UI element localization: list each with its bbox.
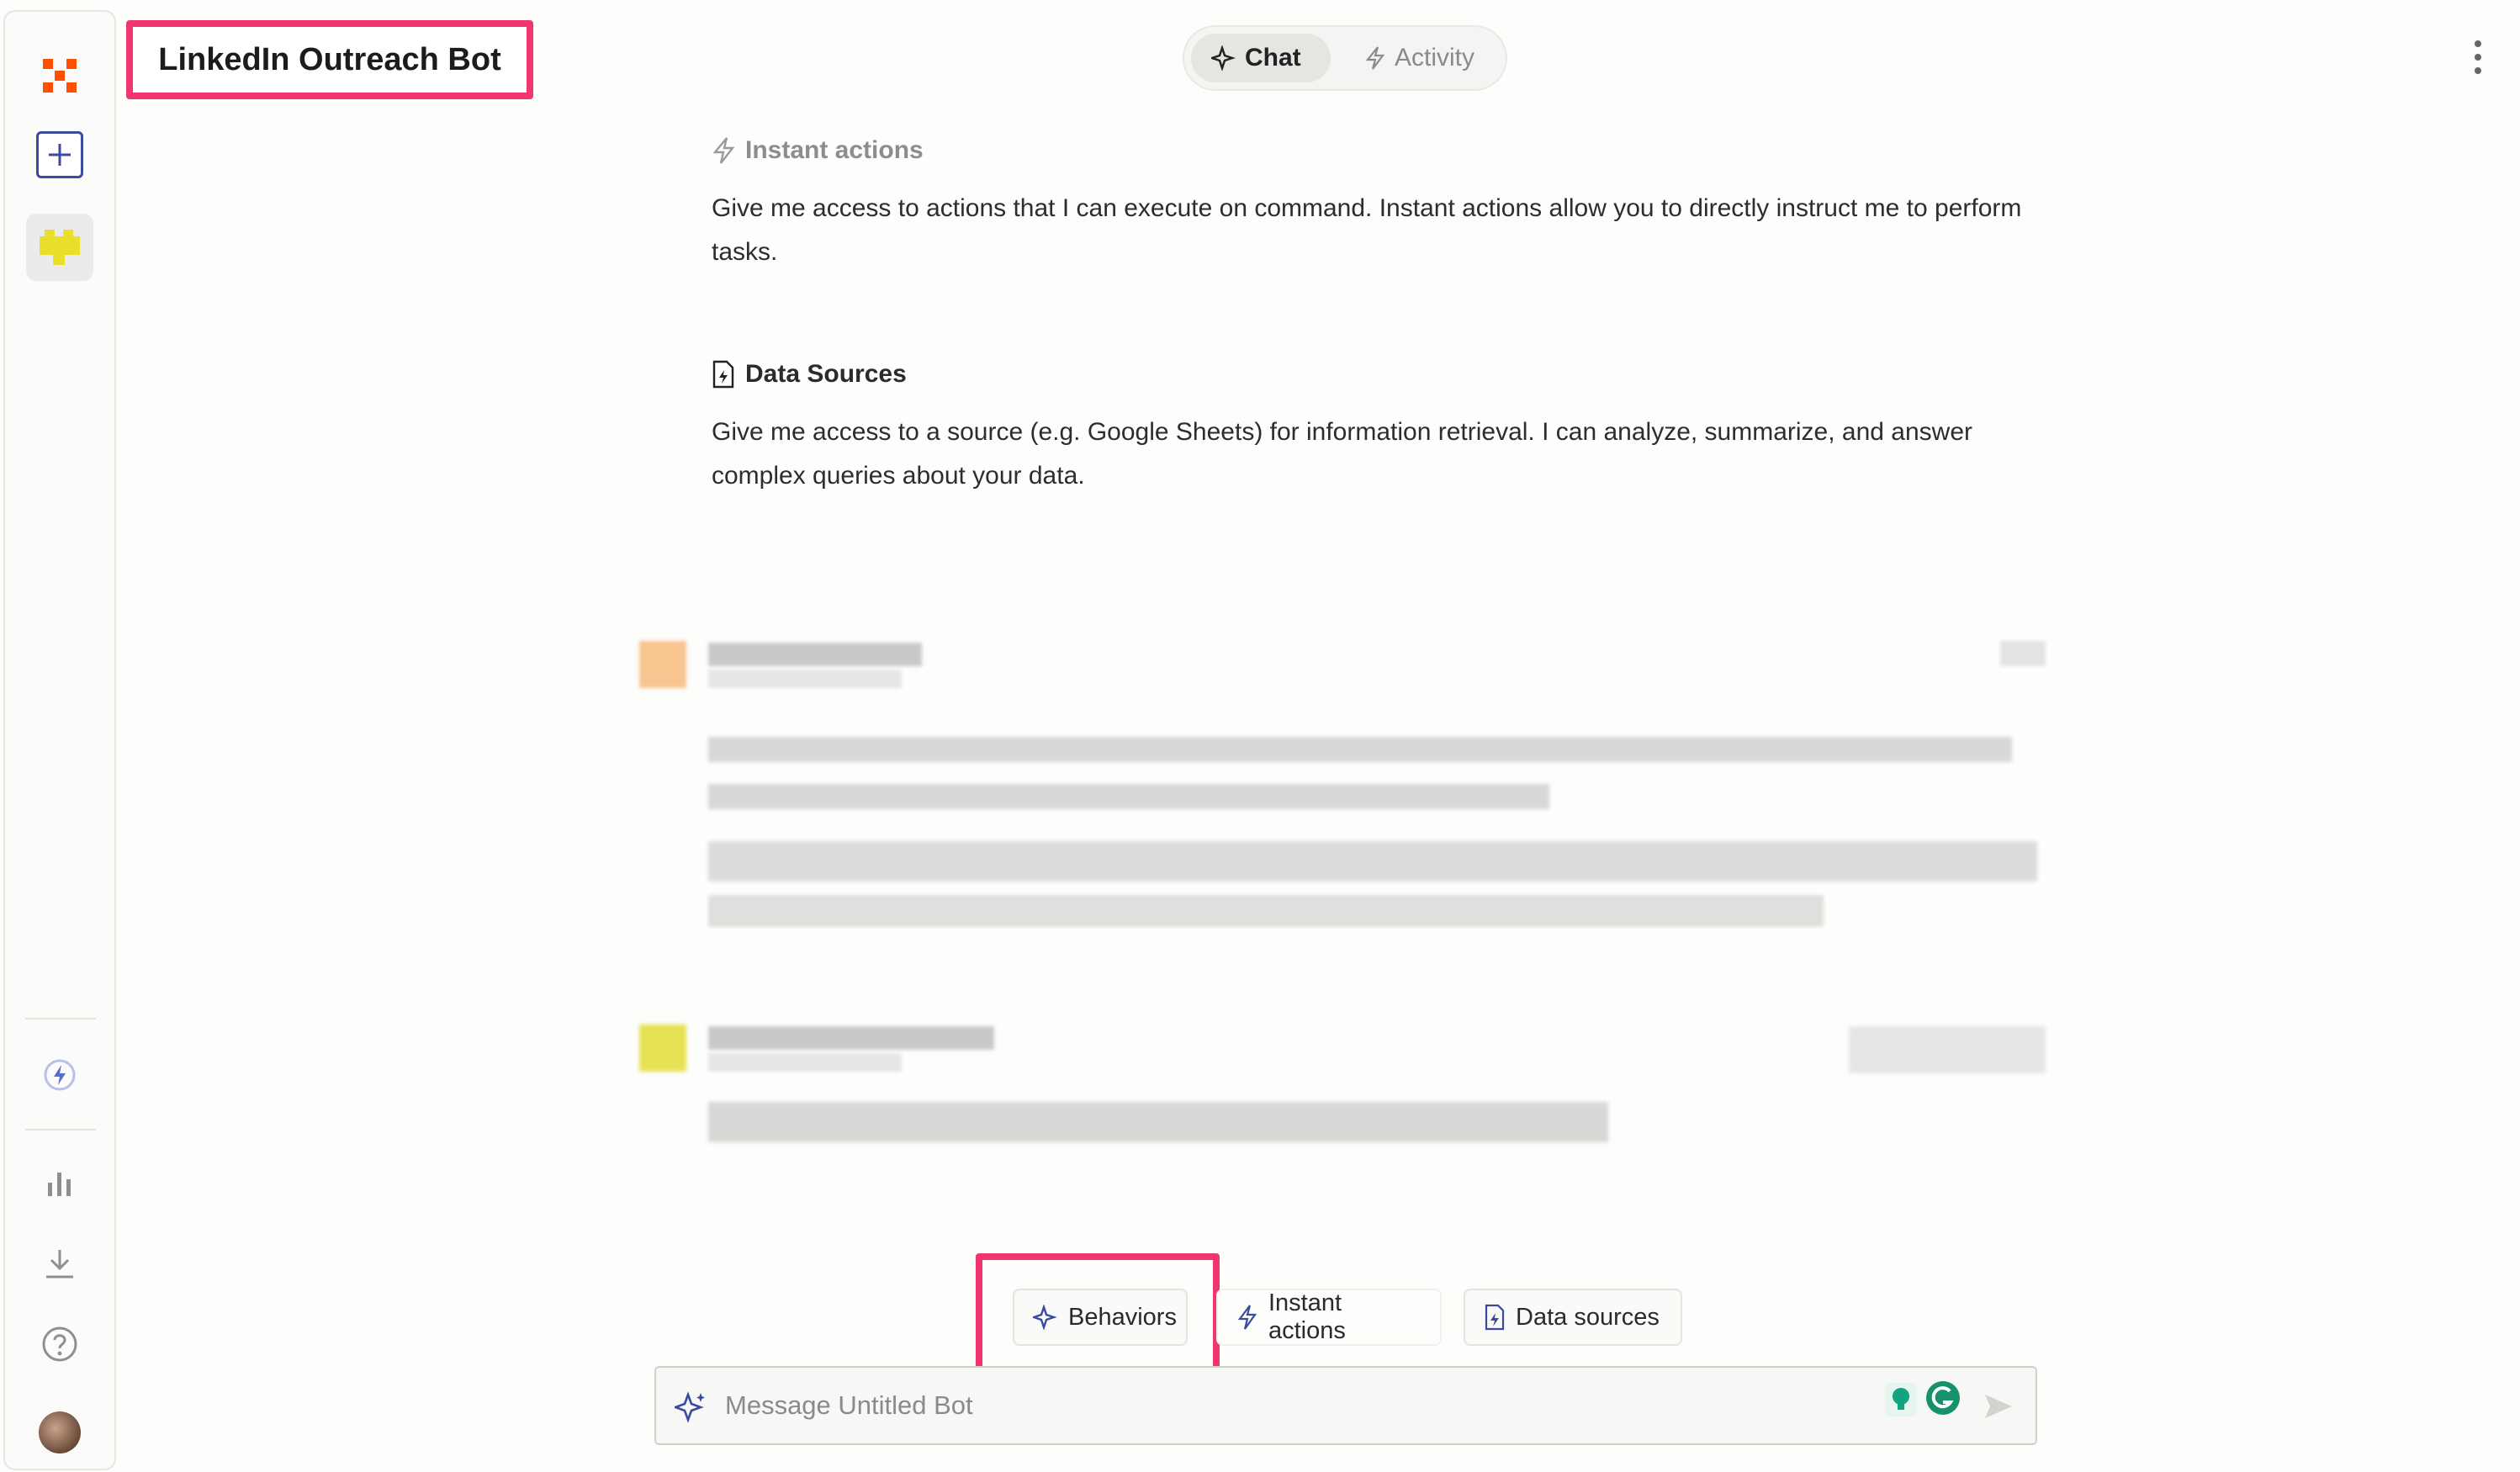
- message-input[interactable]: [723, 1390, 1820, 1422]
- redacted-line: [708, 1102, 1608, 1142]
- download-icon[interactable]: [40, 1243, 80, 1284]
- grammarly-icon[interactable]: [1924, 1379, 1961, 1416]
- sparkle-icon: [1211, 45, 1236, 71]
- tab-label: Activity: [1395, 44, 1475, 71]
- redacted-line: [708, 841, 2037, 882]
- user-avatar[interactable]: [39, 1411, 81, 1453]
- zap-activity-icon[interactable]: [40, 1055, 80, 1095]
- redacted-line: [708, 1026, 994, 1050]
- instant-actions-chip[interactable]: Instant actions: [1216, 1289, 1442, 1346]
- redacted-line: [708, 737, 2012, 762]
- redacted-line: [708, 1053, 902, 1072]
- redacted-line: [708, 895, 1824, 927]
- zapier-logo-icon[interactable]: [36, 52, 83, 99]
- section-heading: Instant actions: [712, 136, 2024, 165]
- sparkle-icon: [675, 1391, 705, 1423]
- section-heading-text: Data Sources: [745, 360, 907, 388]
- section-description: Give me access to actions that I can exe…: [712, 194, 2022, 266]
- sidebar: [3, 10, 116, 1470]
- tab-label: Chat: [1245, 44, 1301, 71]
- more-options-icon[interactable]: [2470, 39, 2486, 76]
- data-sources-chip[interactable]: Data sources: [1464, 1289, 1682, 1346]
- new-bot-button[interactable]: [36, 131, 83, 178]
- file-bolt-icon: [1485, 1304, 1505, 1331]
- chip-label: Instant actions: [1268, 1289, 1346, 1344]
- bot-title-container: LinkedIn Outreach Bot: [126, 20, 533, 99]
- redacted-line: [708, 784, 1549, 809]
- chip-label: Data sources: [1516, 1303, 1660, 1331]
- file-bolt-icon: [712, 360, 734, 389]
- bot-title[interactable]: LinkedIn Outreach Bot: [158, 42, 500, 78]
- sidebar-divider: [25, 1018, 96, 1019]
- tab-activity[interactable]: Activity: [1344, 34, 1501, 82]
- redacted-line: [708, 670, 902, 688]
- bolt-icon: [712, 137, 735, 164]
- redacted-line: [1849, 1026, 2046, 1073]
- section-description: Give me access to a source (e.g. Google …: [712, 418, 1973, 490]
- section-heading-text: Instant actions: [745, 136, 924, 164]
- redacted-avatar: [639, 641, 686, 688]
- analytics-icon[interactable]: [40, 1162, 80, 1203]
- sidebar-divider: [25, 1129, 96, 1130]
- help-icon[interactable]: [40, 1324, 80, 1364]
- view-toggle: Chat Activity: [1183, 25, 1507, 91]
- tab-chat[interactable]: Chat: [1191, 34, 1331, 82]
- instant-actions-section: Instant actions Give me access to action…: [712, 136, 2024, 274]
- bolt-icon: [1237, 1305, 1257, 1330]
- bolt-icon: [1365, 46, 1385, 70]
- data-sources-section: Data Sources Give me access to a source …: [712, 360, 2024, 498]
- bot-avatar-icon: [40, 230, 80, 265]
- idea-extension-icon[interactable]: [1884, 1379, 1918, 1420]
- redacted-line: [2000, 641, 2046, 666]
- behaviors-chip[interactable]: Behaviors: [1013, 1289, 1188, 1346]
- section-heading: Data Sources: [712, 360, 2024, 389]
- redacted-avatar: [639, 1025, 686, 1072]
- sparkle-icon: [1033, 1305, 1057, 1330]
- send-icon[interactable]: [1982, 1390, 2015, 1423]
- bot-tile[interactable]: [26, 214, 93, 281]
- redacted-line: [708, 643, 922, 666]
- chip-label: Behaviors: [1068, 1303, 1177, 1331]
- plus-icon: [49, 144, 71, 166]
- message-composer: [654, 1366, 2037, 1445]
